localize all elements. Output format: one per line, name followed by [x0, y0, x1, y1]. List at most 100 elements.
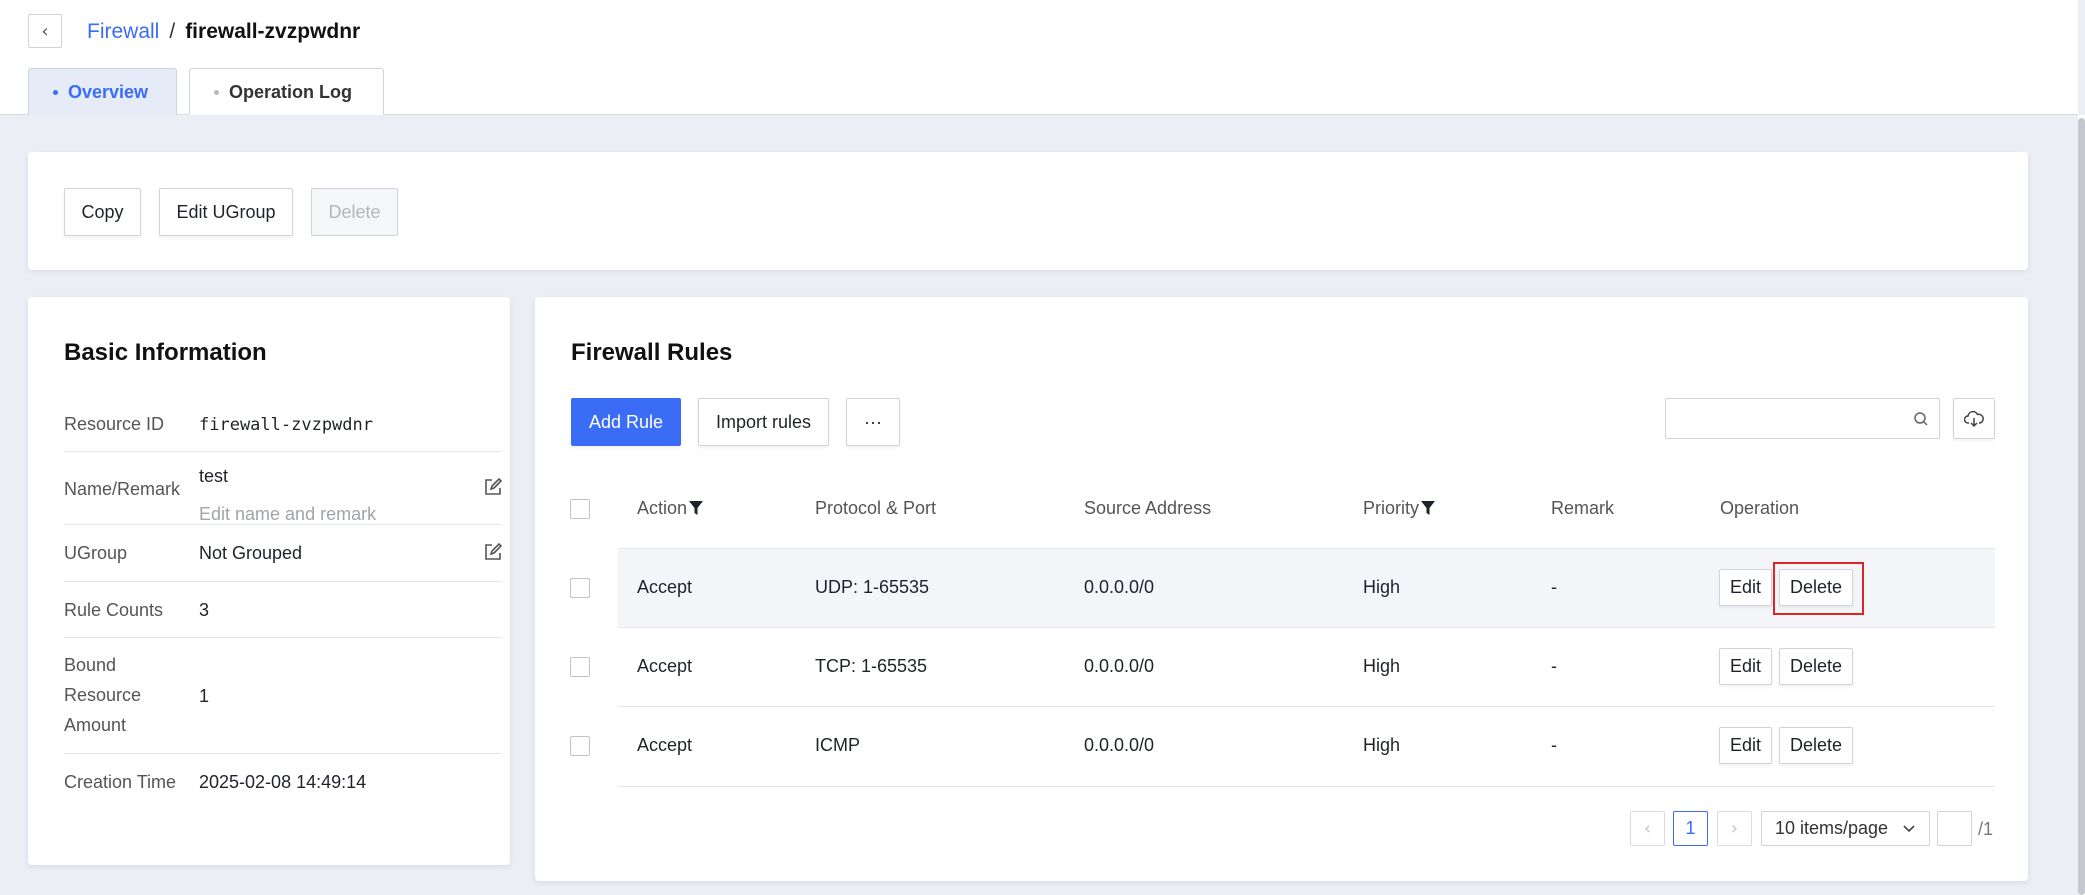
import-rules-button[interactable]: Import rules — [698, 398, 829, 446]
cell-action: Accept — [637, 735, 693, 755]
ugroup-value: Not Grouped — [199, 543, 303, 563]
resource-id-value: firewall-zvzpwdnr — [199, 415, 373, 435]
column-header-operation: Operation — [1720, 498, 1799, 519]
bound-label-line-3: Amount — [64, 715, 127, 735]
prev-page-button[interactable]: ‹ — [1630, 811, 1665, 846]
info-row-bound-resource-amount: Bound Resource Amount 1 — [64, 638, 502, 754]
rule-counts-label: Rule Counts — [64, 600, 164, 620]
cell-source: 0.0.0.0/0 — [1084, 656, 1155, 676]
column-header-source: Source Address — [1084, 498, 1211, 519]
cell-remark: - — [1551, 735, 1557, 755]
row-checkbox[interactable] — [570, 736, 590, 756]
cell-source: 0.0.0.0/0 — [1084, 577, 1155, 597]
column-header-remark: Remark — [1551, 498, 1614, 519]
cloud-download-icon — [1964, 410, 1984, 427]
source-header-label: Source Address — [1084, 498, 1212, 518]
column-header-protocol: Protocol & Port — [815, 498, 936, 519]
add-rule-button[interactable]: Add Rule — [571, 398, 681, 446]
row-checkbox[interactable] — [570, 578, 590, 598]
cell-action: Accept — [637, 577, 693, 597]
protocol-header-label: Protocol & Port — [815, 498, 937, 518]
cell-priority: High — [1363, 735, 1401, 755]
basic-information-card: Basic Information Resource ID firewall-z… — [28, 297, 510, 865]
edit-rule-button[interactable]: Edit — [1719, 727, 1772, 764]
top-bar: ‹ Firewall / firewall-zvzpwdnr Overview … — [0, 0, 2078, 115]
tab-operation-log-label: Operation Log — [229, 81, 352, 102]
bound-label-line-2: Resource — [64, 685, 142, 705]
row-checkbox[interactable] — [570, 657, 590, 677]
info-row-rule-counts: Rule Counts 3 — [64, 582, 502, 638]
remark-hint: Edit name and remark — [199, 504, 377, 524]
info-row-name-remark: Name/Remark test Edit name and remark — [64, 452, 502, 525]
action-header-label: Action — [637, 498, 688, 518]
search-icon[interactable] — [1913, 411, 1929, 427]
next-page-button[interactable]: › — [1717, 811, 1752, 846]
edit-rule-button[interactable]: Edit — [1719, 569, 1772, 606]
edit-ugroup-button[interactable]: Edit UGroup — [159, 188, 293, 236]
tab-operation-log[interactable]: Operation Log — [189, 68, 384, 115]
cell-source: 0.0.0.0/0 — [1084, 735, 1155, 755]
download-button[interactable] — [1953, 398, 1995, 439]
table-row: Accept TCP: 1-65535 0.0.0.0/0 High - Edi… — [618, 627, 1995, 706]
resource-id-label: Resource ID — [64, 414, 165, 434]
name-value: test — [199, 466, 229, 486]
table-row: Accept ICMP 0.0.0.0/0 High - Edit Delete — [618, 706, 1995, 785]
delete-rule-button[interactable]: Delete — [1779, 648, 1853, 685]
edit-ugroup-icon[interactable] — [484, 543, 502, 561]
remark-header-label: Remark — [1551, 498, 1615, 518]
page-size-select[interactable]: 10 items/page — [1761, 811, 1930, 846]
select-all-checkbox[interactable] — [570, 499, 590, 519]
tab-dot-icon — [214, 89, 219, 95]
filter-icon[interactable] — [689, 501, 704, 516]
search-input[interactable] — [1666, 399, 1896, 438]
breadcrumb: Firewall / firewall-zvzpwdnr — [87, 20, 360, 44]
actions-card: Copy Edit UGroup Delete — [28, 152, 2028, 270]
breadcrumb-firewall-link[interactable]: Firewall — [87, 20, 159, 44]
search-box[interactable] — [1665, 398, 1940, 439]
page-size-value: 10 items/page — [1775, 818, 1889, 838]
priority-header-label: Priority — [1363, 498, 1420, 518]
column-header-priority: Priority — [1363, 498, 1436, 519]
tab-dot-icon — [53, 89, 58, 95]
info-row-resource-id: Resource ID firewall-zvzpwdnr — [64, 397, 502, 452]
cell-action: Accept — [637, 656, 693, 676]
chevron-left-icon: ‹ — [1643, 818, 1652, 839]
edit-name-icon[interactable] — [484, 478, 502, 496]
delete-rule-button[interactable]: Delete — [1779, 727, 1853, 764]
copy-button[interactable]: Copy — [64, 188, 141, 236]
name-remark-label: Name/Remark — [64, 479, 181, 499]
firewall-rules-card: Firewall Rules Add Rule Import rules ···… — [535, 297, 2028, 881]
filter-icon[interactable] — [1421, 501, 1436, 516]
chevron-right-icon: › — [1730, 818, 1739, 839]
breadcrumb-current: firewall-zvzpwdnr — [185, 20, 361, 43]
breadcrumb-separator: / — [169, 20, 176, 43]
more-actions-button[interactable]: ··· — [846, 398, 900, 446]
cell-priority: High — [1363, 577, 1401, 597]
creation-time-label: Creation Time — [64, 772, 177, 792]
cell-priority: High — [1363, 656, 1401, 676]
ugroup-label: UGroup — [64, 543, 128, 563]
page-scrollbar[interactable] — [2078, 115, 2085, 895]
highlight-box — [1773, 562, 1864, 615]
page-1-button[interactable]: 1 — [1673, 811, 1708, 846]
scrollbar-thumb[interactable] — [2078, 118, 2085, 895]
back-button[interactable]: ‹ — [28, 14, 62, 48]
cell-remark: - — [1551, 577, 1557, 597]
bound-label-line-1: Bound — [64, 655, 117, 675]
info-row-ugroup: UGroup Not Grouped — [64, 525, 502, 582]
basic-information-title: Basic Information — [64, 339, 267, 366]
cell-protocol: TCP: 1-65535 — [815, 656, 928, 676]
table-bottom-border — [618, 786, 1995, 787]
chevron-down-icon — [1903, 825, 1915, 833]
bound-amount-value: 1 — [199, 686, 210, 706]
firewall-rules-title: Firewall Rules — [571, 339, 733, 366]
column-header-action: Action — [637, 498, 704, 519]
edit-rule-button[interactable]: Edit — [1719, 648, 1772, 685]
cell-protocol: ICMP — [815, 735, 860, 755]
operation-header-label: Operation — [1720, 498, 1800, 518]
cell-protocol: UDP: 1-65535 — [815, 577, 930, 597]
table-row: Accept UDP: 1-65535 0.0.0.0/0 High - Edi… — [618, 548, 1995, 627]
page-jump-input[interactable] — [1937, 811, 1972, 846]
tab-overview[interactable]: Overview — [28, 68, 177, 115]
tab-overview-label: Overview — [68, 81, 149, 102]
